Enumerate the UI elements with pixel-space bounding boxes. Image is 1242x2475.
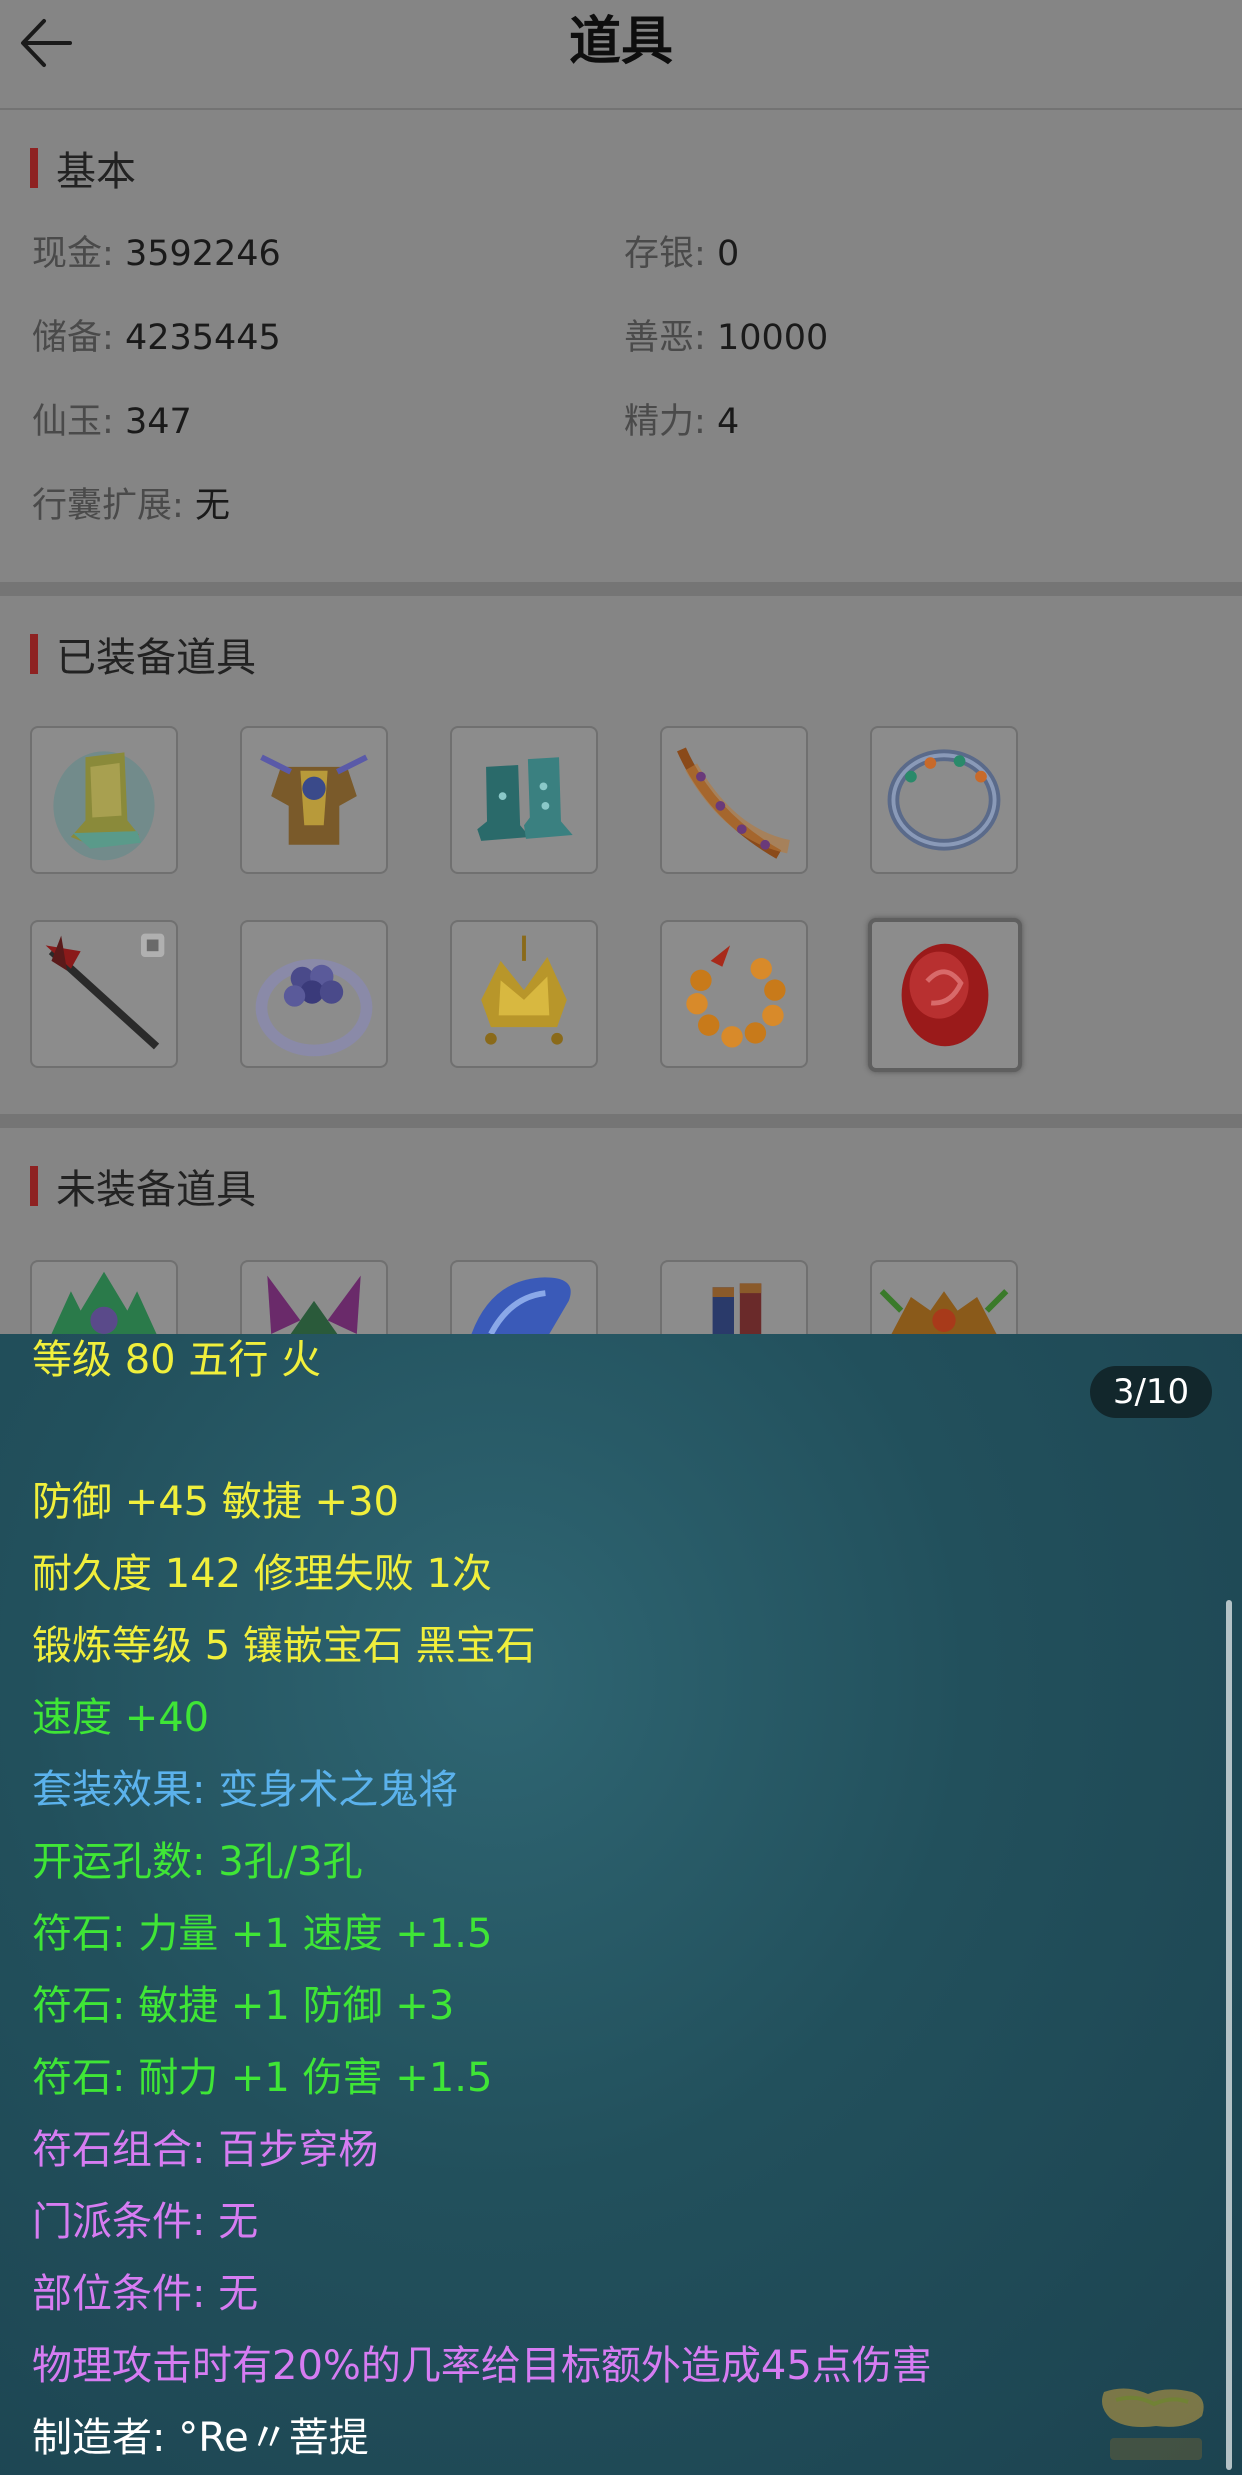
detail-line-rune-2: 符石: 敏捷 +1 防御 +3 bbox=[32, 1983, 455, 2029]
detail-line-rune-3: 符石: 耐力 +1 伤害 +1.5 bbox=[32, 2055, 493, 2101]
spiked-helmet-item[interactable] bbox=[30, 1260, 178, 1334]
section-accent-bar bbox=[30, 634, 38, 674]
section-divider bbox=[0, 582, 1242, 596]
crown-item[interactable] bbox=[450, 920, 598, 1068]
horned-helmet-item[interactable] bbox=[240, 1260, 388, 1334]
cash-field: 现金: 3592246 bbox=[32, 232, 281, 276]
karma-field: 善恶: 10000 bbox=[624, 316, 828, 360]
game-logo-watermark bbox=[1096, 2382, 1216, 2468]
red-boots-item[interactable] bbox=[660, 1260, 808, 1334]
top-bar: 道具 bbox=[0, 0, 1242, 110]
reserve-field: 储备: 4235445 bbox=[32, 316, 281, 360]
jade-value: 347 bbox=[124, 402, 192, 442]
karma-value: 10000 bbox=[716, 318, 829, 358]
bag-expansion-value: 无 bbox=[194, 486, 230, 526]
detail-line-maker: 制造者: °Re〃菩提 bbox=[32, 2415, 369, 2461]
armor-item[interactable] bbox=[240, 726, 388, 874]
energy-field: 精力: 4 bbox=[624, 400, 739, 444]
detail-line-special-effect: 物理攻击时有20%的几率给目标额外造成45点伤害 bbox=[32, 2343, 932, 2389]
item-detail-panel[interactable]: 等级 80 五行 火 3/10 防御 +45 敏捷 +30 耐久度 142 修理… bbox=[0, 1334, 1242, 2475]
bag-expansion-field: 行囊扩展: 无 bbox=[32, 484, 230, 528]
ring-item[interactable] bbox=[240, 920, 388, 1068]
section-accent-bar bbox=[30, 1166, 38, 1206]
energy-label: 精力: bbox=[624, 402, 706, 442]
basic-section-title: 基本 bbox=[56, 149, 136, 195]
detail-scrollbar[interactable] bbox=[1226, 1600, 1232, 2470]
detail-line-school-req: 门派条件: 无 bbox=[32, 2199, 259, 2245]
detail-line-level: 等级 80 五行 火 bbox=[32, 1337, 322, 1383]
page-indicator-badge: 3/10 bbox=[1090, 1366, 1212, 1418]
page-title: 道具 bbox=[568, 12, 673, 72]
detail-line-durability: 耐久度 142 修理失败 1次 bbox=[32, 1551, 492, 1597]
equipped-section-title: 已装备道具 bbox=[56, 635, 256, 681]
cash-label: 现金: bbox=[32, 234, 114, 274]
section-divider bbox=[0, 1114, 1242, 1128]
detail-line-rune-1: 符石: 力量 +1 速度 +1.5 bbox=[32, 1911, 493, 1957]
detail-line-defense: 防御 +45 敏捷 +30 bbox=[32, 1479, 399, 1525]
detail-line-speed: 速度 +40 bbox=[32, 1695, 210, 1741]
unequipped-section: 未装备道具 bbox=[0, 1128, 1242, 1334]
karma-label: 善恶: bbox=[624, 318, 706, 358]
red-gem-item[interactable] bbox=[868, 918, 1022, 1072]
bag-expansion-label: 行囊扩展: bbox=[32, 486, 184, 526]
unequipped-section-header: 未装备道具 bbox=[30, 1164, 256, 1213]
deposit-value: 0 bbox=[716, 234, 740, 274]
deposit-label: 存银: bbox=[624, 234, 706, 274]
basic-section-header: 基本 bbox=[30, 146, 136, 195]
reserve-label: 储备: bbox=[32, 318, 114, 358]
boots-item[interactable] bbox=[450, 726, 598, 874]
section-accent-bar bbox=[30, 148, 38, 188]
deposit-field: 存银: 0 bbox=[624, 232, 739, 276]
energy-value: 4 bbox=[716, 402, 740, 442]
equipped-section: 已装备道具 bbox=[0, 596, 1242, 1114]
reserve-value: 4235445 bbox=[124, 318, 281, 358]
boot-item[interactable] bbox=[30, 726, 178, 874]
belt-item[interactable] bbox=[660, 726, 808, 874]
spear-weapon-item[interactable] bbox=[30, 920, 178, 1068]
unequipped-section-title: 未装备道具 bbox=[56, 1167, 256, 1213]
detail-line-slot-req: 部位条件: 无 bbox=[32, 2271, 259, 2317]
detail-line-rune-combo: 符石组合: 百步穿杨 bbox=[32, 2127, 379, 2173]
blue-sash-item[interactable] bbox=[450, 1260, 598, 1334]
jade-field: 仙玉: 347 bbox=[32, 400, 192, 444]
demon-armor-item[interactable] bbox=[870, 1260, 1018, 1334]
beads-necklace-item[interactable] bbox=[660, 920, 808, 1068]
bracelet-item[interactable] bbox=[870, 726, 1018, 874]
basic-section: 基本 现金: 3592246 存银: 0 储备: 4235445 善恶: 100… bbox=[0, 110, 1242, 582]
equipped-section-header: 已装备道具 bbox=[30, 632, 256, 681]
detail-line-set-effect: 套装效果: 变身术之鬼将 bbox=[32, 1767, 459, 1813]
jade-label: 仙玉: bbox=[32, 402, 114, 442]
cash-value: 3592246 bbox=[124, 234, 281, 274]
detail-line-slots: 开运孔数: 3孔/3孔 bbox=[32, 1839, 363, 1885]
detail-line-forge: 锻炼等级 5 镶嵌宝石 黑宝石 bbox=[32, 1623, 536, 1669]
